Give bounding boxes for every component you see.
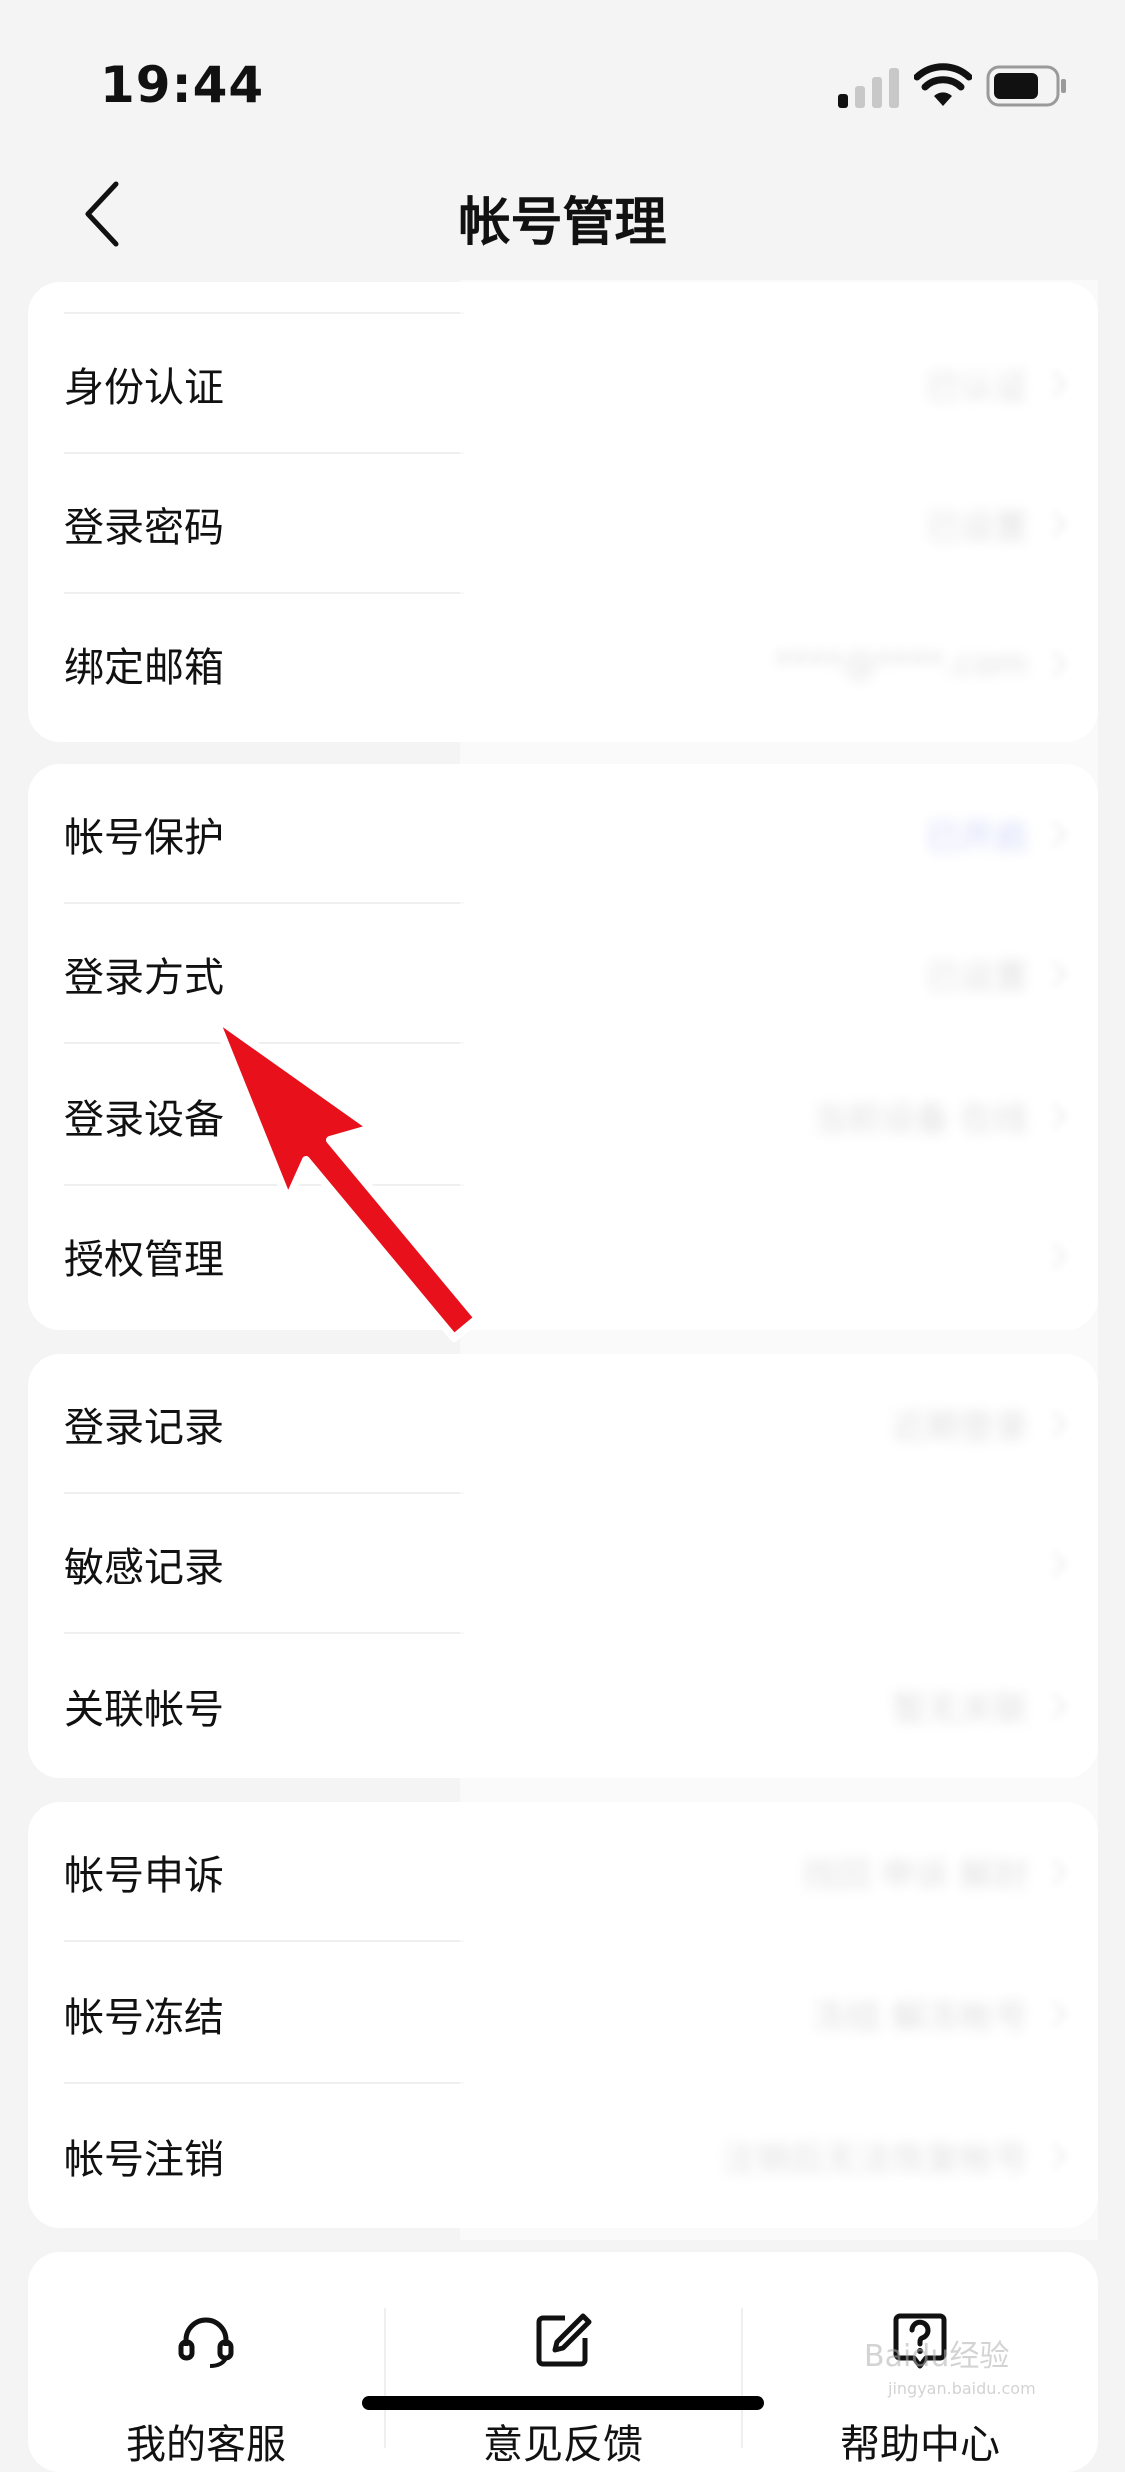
row-value: 当前设备 在线	[813, 1099, 1028, 1140]
row-label: 帐号申诉	[64, 1853, 224, 1899]
row-label: 帐号冻结	[64, 1995, 224, 2041]
row-value: 已开启	[926, 817, 1028, 858]
row-label: 授权管理	[64, 1237, 224, 1283]
chevron-right-icon	[1051, 2142, 1068, 2170]
chevron-right-icon	[1051, 820, 1068, 848]
row-divider	[64, 1940, 464, 1942]
chevron-right-icon	[1051, 510, 1068, 538]
row-label: 帐号注销	[64, 2137, 224, 2183]
help-center-button[interactable]: 帮助中心	[742, 2252, 1098, 2472]
chevron-right-icon	[1051, 2000, 1068, 2028]
row-value: 近期登录	[892, 1407, 1028, 1448]
chevron-right-icon	[1051, 960, 1068, 988]
battery-icon	[986, 65, 1066, 107]
feedback-button[interactable]: 意见反馈	[385, 2252, 741, 2472]
row-value: 找回 申诉 解封	[802, 1855, 1028, 1896]
chevron-right-icon	[1051, 1410, 1068, 1438]
help-icon	[893, 2313, 947, 2369]
account-records-card: 登录记录 近期登录 敏感记录 关联帐号 暂无关联	[28, 1354, 1098, 1778]
tool-label: 我的客服	[126, 2422, 286, 2468]
chevron-right-icon	[1051, 650, 1068, 678]
customer-service-button[interactable]: 我的客服	[28, 2252, 384, 2472]
row-account-freeze[interactable]: 帐号冻结 冻结 解冻帐号	[28, 1944, 1098, 2084]
row-label: 登录记录	[64, 1405, 224, 1451]
row-account-protection[interactable]: 帐号保护 已开启	[28, 764, 1098, 904]
row-sensitive-records[interactable]: 敏感记录	[28, 1494, 1098, 1634]
home-indicator[interactable]	[362, 2396, 764, 2410]
account-info-card: 身份认证 已认证 登录密码 已设置 绑定邮箱 ****@****.com	[28, 282, 1098, 742]
chevron-right-icon	[1051, 1242, 1068, 1270]
chevron-right-icon	[1051, 370, 1068, 398]
row-value: ****@****.com	[774, 644, 1028, 684]
row-label: 关联帐号	[64, 1687, 224, 1733]
row-login-method[interactable]: 登录方式 已设置	[28, 904, 1098, 1044]
bottom-toolbar: 我的客服 意见反馈 帮助中心	[28, 2252, 1098, 2472]
chevron-right-icon	[1051, 1550, 1068, 1578]
edit-icon	[536, 2313, 592, 2367]
tool-label: 帮助中心	[840, 2422, 1000, 2468]
nav-bar: 帐号管理	[0, 150, 1125, 280]
status-bar: 19:44	[0, 0, 1125, 150]
chevron-right-icon	[1051, 1692, 1068, 1720]
row-account-appeal[interactable]: 帐号申诉 找回 申诉 解封	[28, 1802, 1098, 1942]
row-value: 暂无关联	[892, 1689, 1028, 1730]
row-bind-email[interactable]: 绑定邮箱 ****@****.com	[28, 594, 1098, 734]
account-security-card: 帐号保护 已开启 登录方式 已设置 登录设备 当前设备 在线 授权管理	[28, 764, 1098, 1330]
tool-label: 意见反馈	[483, 2422, 643, 2468]
cellular-signal-icon	[838, 68, 899, 108]
row-label: 帐号保护	[64, 815, 224, 861]
row-authorization-management[interactable]: 授权管理	[28, 1186, 1098, 1326]
row-value: 注销后无法恢复帐号	[722, 2139, 1028, 2180]
headset-icon	[178, 2317, 234, 2368]
row-label: 登录密码	[64, 505, 224, 551]
row-divider	[64, 2082, 464, 2084]
row-identity-verification[interactable]: 身份认证 已认证	[28, 314, 1098, 454]
row-divider	[64, 1632, 464, 1634]
row-label: 绑定邮箱	[64, 645, 224, 691]
row-label: 登录设备	[64, 1097, 224, 1143]
row-label: 登录方式	[64, 955, 224, 1001]
row-label: 敏感记录	[64, 1545, 224, 1591]
row-login-records[interactable]: 登录记录 近期登录	[28, 1354, 1098, 1494]
row-value: 已设置	[926, 507, 1028, 548]
chevron-right-icon	[1051, 1858, 1068, 1886]
row-value: 已设置	[926, 957, 1028, 998]
row-login-devices[interactable]: 登录设备 当前设备 在线	[28, 1046, 1098, 1186]
wifi-icon	[914, 63, 972, 106]
account-status-card: 帐号申诉 找回 申诉 解封 帐号冻结 冻结 解冻帐号 帐号注销 注销后无法恢复帐…	[28, 1802, 1098, 2228]
row-login-password[interactable]: 登录密码 已设置	[28, 454, 1098, 594]
row-value: 冻结 解冻帐号	[813, 1997, 1028, 2038]
status-time: 19:44	[100, 56, 265, 114]
row-linked-accounts[interactable]: 关联帐号 暂无关联	[28, 1636, 1098, 1776]
chevron-right-icon	[1051, 1102, 1068, 1130]
row-value: 已认证	[926, 367, 1028, 408]
row-label: 身份认证	[64, 365, 224, 411]
row-divider	[64, 1042, 464, 1044]
page-title: 帐号管理	[458, 193, 667, 253]
row-account-deletion[interactable]: 帐号注销 注销后无法恢复帐号	[28, 2086, 1098, 2226]
